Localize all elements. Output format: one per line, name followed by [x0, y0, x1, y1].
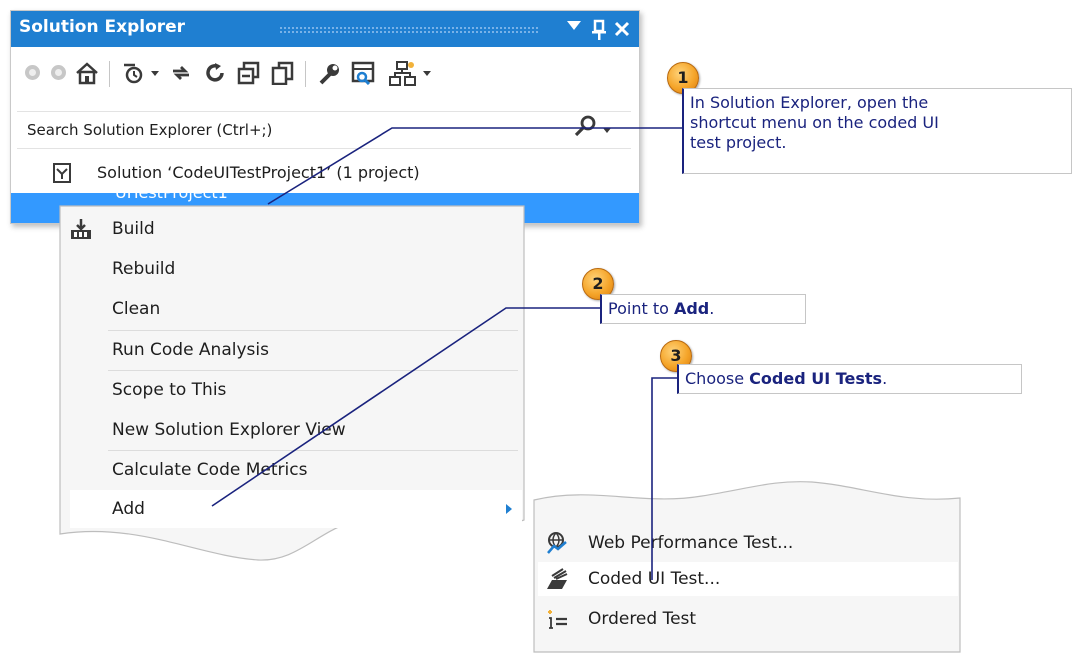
properties-icon[interactable] — [317, 61, 341, 85]
callout-step-2: Point to Add. — [600, 294, 806, 324]
search-options-dropdown-icon[interactable] — [603, 128, 611, 133]
show-all-files-icon[interactable] — [271, 61, 295, 85]
callout-3-bold: Coded UI Tests — [749, 369, 883, 388]
menu-item-calculate-code-metrics[interactable]: Calculate Code Metrics — [70, 451, 522, 489]
submenu-item-web-performance-test[interactable]: Web Performance Test... — [538, 526, 958, 560]
titlebar-grip[interactable] — [279, 26, 539, 33]
menu-item-label: Clean — [112, 299, 161, 319]
callout-2-suffix: . — [709, 299, 715, 318]
add-submenu: Web Performance Test... Coded UI Test...… — [532, 478, 964, 656]
solution-explorer-panel: Solution Explorer Search Solution Explor… — [10, 10, 640, 224]
ordered-test-icon — [548, 610, 567, 629]
callout-2-prefix: Point to — [608, 299, 674, 318]
preview-selected-items-icon[interactable] — [351, 61, 377, 85]
submenu-item-label: Web Performance Test... — [588, 533, 794, 553]
menu-item-add[interactable]: Add — [70, 490, 522, 528]
callout-1-line: shortcut menu on the coded UI — [690, 113, 939, 132]
menu-item-rebuild[interactable]: Rebuild — [70, 250, 522, 288]
callout-3-suffix: . — [882, 369, 888, 388]
coded-ui-test-icon — [547, 568, 568, 589]
menu-item-scope-to-this[interactable]: Scope to This — [70, 371, 522, 409]
search-input[interactable] — [27, 118, 547, 142]
menu-item-build[interactable]: Build — [70, 210, 522, 248]
web-performance-test-icon — [547, 532, 567, 554]
menu-item-label: Add — [112, 499, 145, 519]
forward-icon[interactable] — [51, 65, 66, 80]
search-box[interactable] — [17, 111, 631, 149]
solution-explorer-title: Solution Explorer — [19, 17, 186, 37]
back-icon[interactable] — [25, 65, 40, 80]
search-icon[interactable] — [573, 115, 597, 139]
solution-explorer-titlebar: Solution Explorer — [11, 11, 639, 47]
callout-step-3: Choose Coded UI Tests. — [677, 364, 1022, 394]
menu-item-new-solution-explorer-view[interactable]: New Solution Explorer View — [70, 411, 522, 449]
menu-item-clean[interactable]: Clean — [70, 290, 522, 328]
callout-2-bold: Add — [673, 299, 710, 318]
menu-item-label: Rebuild — [112, 259, 176, 279]
context-menu: Build Rebuild Clean Run Code Analysis Sc… — [58, 204, 528, 564]
callout-1-line: test project. — [690, 133, 787, 152]
menu-item-label: Build — [112, 219, 155, 239]
view-class-diagram-icon[interactable] — [389, 61, 417, 87]
submenu-arrow-icon — [506, 504, 512, 514]
solution-icon — [53, 163, 71, 183]
toolbar-separator — [109, 61, 110, 87]
menu-item-run-code-analysis[interactable]: Run Code Analysis — [70, 331, 522, 369]
filter-dropdown-icon[interactable] — [151, 71, 159, 76]
refresh-icon[interactable] — [203, 61, 227, 85]
window-position-dropdown-icon[interactable] — [567, 21, 581, 30]
callout-3-prefix: Choose — [685, 369, 750, 388]
sync-with-active-document-icon[interactable] — [169, 61, 193, 85]
submenu-item-label: Ordered Test — [588, 609, 697, 629]
build-icon — [71, 219, 91, 239]
menu-item-label: Scope to This — [112, 380, 227, 400]
collapse-all-icon[interactable] — [237, 61, 261, 85]
home-icon[interactable] — [75, 61, 99, 85]
submenu-item-label: Coded UI Test... — [588, 569, 721, 589]
close-icon[interactable] — [614, 21, 630, 37]
solution-node-label: Solution ‘CodeUITestProject1’ (1 project… — [97, 163, 420, 182]
submenu-item-coded-ui-test[interactable]: Coded UI Test... — [538, 562, 958, 596]
toolbar-separator — [305, 61, 306, 87]
menu-item-label: Calculate Code Metrics — [112, 460, 308, 480]
menu-item-label: Run Code Analysis — [112, 340, 269, 360]
project-node-label: UITestProject1 — [115, 183, 228, 202]
pin-icon[interactable] — [591, 19, 607, 41]
menu-item-label: New Solution Explorer View — [112, 420, 346, 440]
pending-changes-filter-icon[interactable] — [121, 61, 145, 85]
diagram-dropdown-icon[interactable] — [423, 71, 431, 76]
callout-step-1: In Solution Explorer, open the shortcut … — [682, 88, 1072, 174]
submenu-item-ordered-test[interactable]: Ordered Test — [538, 602, 958, 636]
callout-1-line: In Solution Explorer, open the — [690, 93, 929, 112]
